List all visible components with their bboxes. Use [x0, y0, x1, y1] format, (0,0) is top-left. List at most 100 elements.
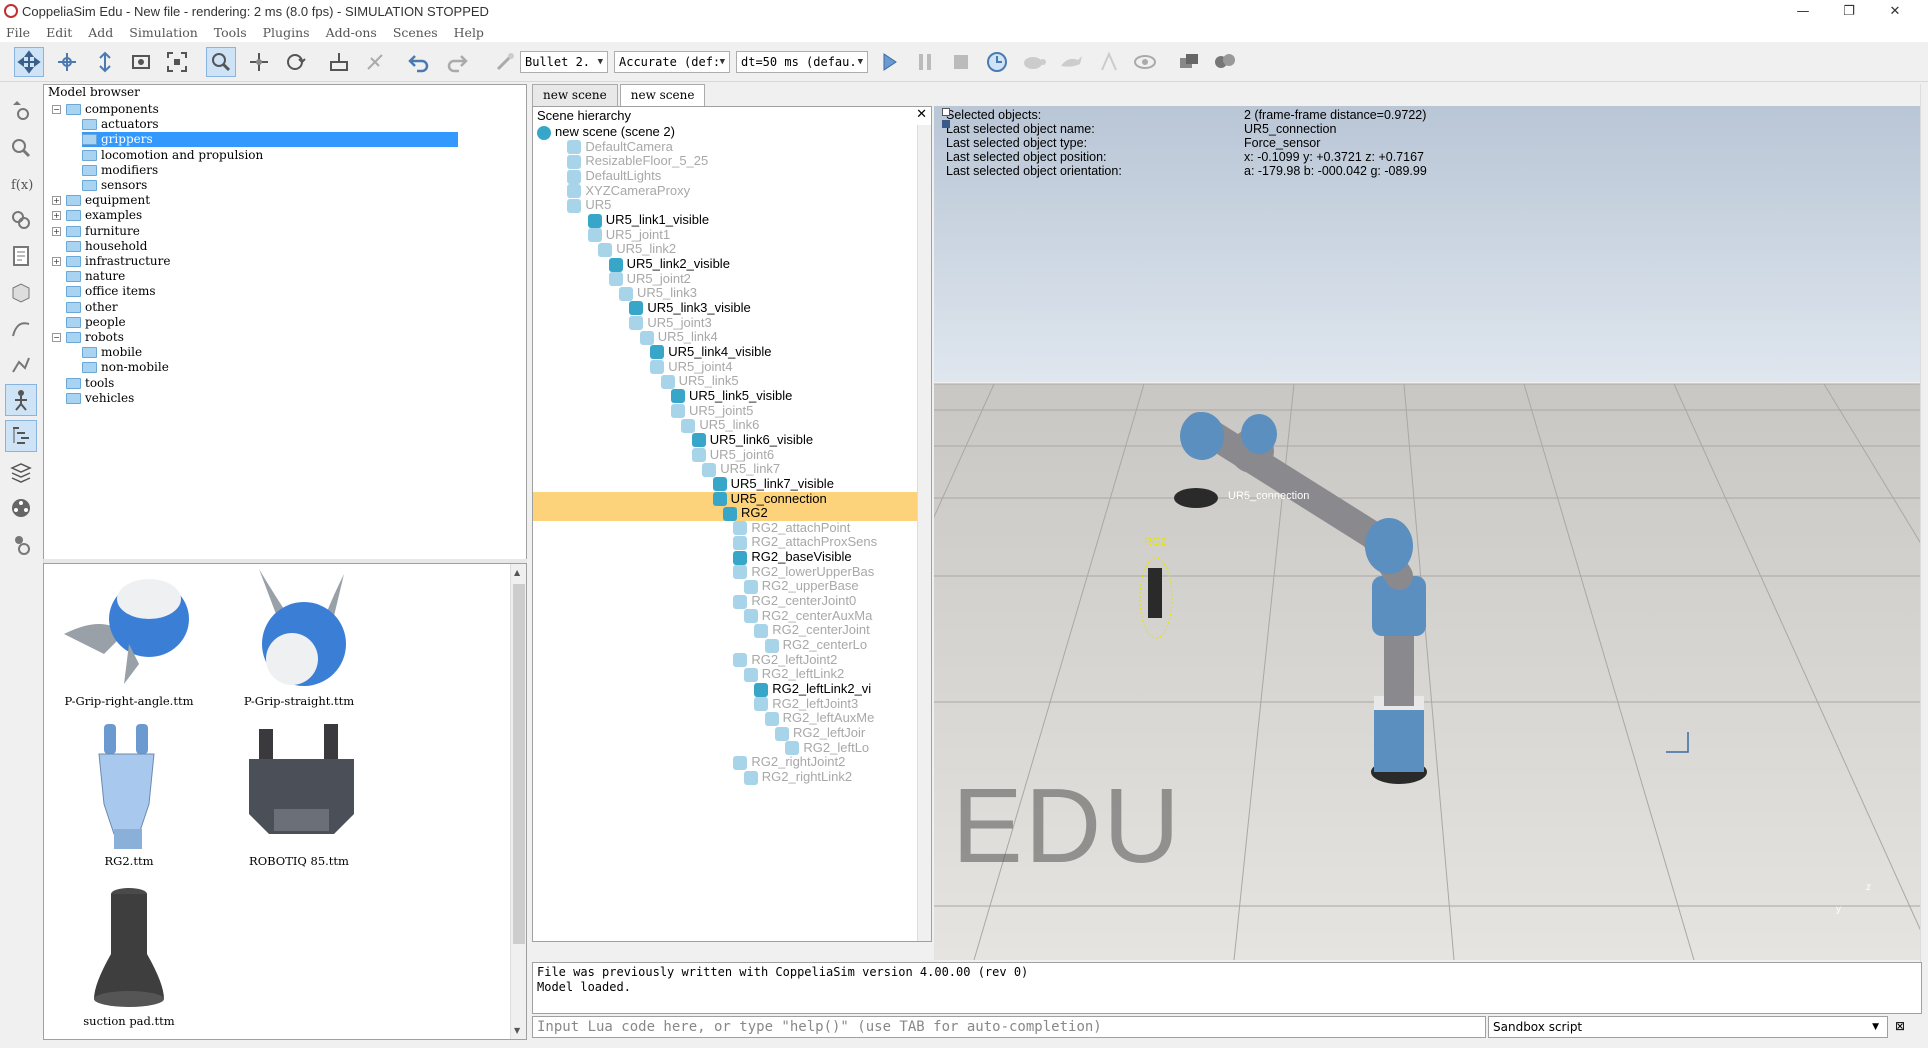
layers-icon[interactable]: [5, 456, 37, 488]
scene-object-row[interactable]: UR5_link7: [702, 461, 780, 477]
collections-icon[interactable]: [5, 204, 37, 236]
scene-selector-icon[interactable]: [1210, 47, 1240, 77]
scene-object-row[interactable]: RG2_rightJoint2: [733, 755, 845, 770]
model-folder-item[interactable]: actuators: [82, 117, 159, 132]
model-folder-item[interactable]: people: [66, 315, 126, 330]
scene-object-row[interactable]: UR5_link5: [660, 373, 739, 389]
thumbnail-suction-pad[interactable]: suction pad.ttm: [44, 874, 214, 1034]
scene-object-row[interactable]: RG2_leftAuxMe: [764, 711, 874, 726]
scene-object-row[interactable]: UR5_link6: [681, 417, 759, 433]
shapes-edit-icon[interactable]: [5, 276, 37, 308]
thumbnail-p-grip-straight[interactable]: P-Grip-straight.ttm: [214, 564, 384, 714]
object-select-icon[interactable]: [206, 47, 236, 77]
menu-file[interactable]: File: [6, 25, 30, 40]
scene-object-row[interactable]: DefaultLights: [567, 168, 661, 184]
tree-expander-icon[interactable]: +: [52, 196, 61, 206]
threaded-rendering-icon[interactable]: [1094, 47, 1124, 77]
scene-object-row[interactable]: UR5_link3_visible: [629, 300, 751, 316]
scene-object-row[interactable]: UR5_link3: [619, 285, 697, 301]
tree-expander-icon[interactable]: +: [52, 211, 61, 221]
model-folder-item[interactable]: sensors: [82, 178, 147, 193]
model-folder-item[interactable]: other: [66, 300, 118, 315]
model-folder-item[interactable]: office items: [66, 284, 156, 299]
object-rotate-icon[interactable]: [280, 47, 310, 77]
page-selector-icon[interactable]: [1174, 47, 1204, 77]
menu-edit[interactable]: Edit: [46, 25, 72, 40]
accuracy-select[interactable]: Accurate (def: ▼: [614, 51, 730, 73]
lua-command-input[interactable]: Input Lua code here, or type "help()" (u…: [532, 1016, 1486, 1038]
scene-object-row[interactable]: RG2_attachProxSens: [733, 535, 877, 551]
info-toggle-icon[interactable]: [942, 108, 950, 116]
calculation-modules-icon[interactable]: f(x): [5, 168, 37, 200]
scene-object-row[interactable]: RG2_leftJoir: [775, 725, 865, 741]
model-folder-item[interactable]: tools: [66, 376, 114, 391]
thumbnail-rg2[interactable]: RG2.ttm: [44, 714, 214, 874]
pause-icon[interactable]: [910, 47, 940, 77]
camera-opening-angle-icon[interactable]: [126, 47, 156, 77]
scene-object-row[interactable]: RG2_leftLo: [785, 740, 869, 756]
camera-rotate-icon[interactable]: [52, 47, 82, 77]
tree-expander-icon[interactable]: +: [52, 226, 61, 236]
user-settings-icon[interactable]: [5, 528, 37, 560]
scene-object-row[interactable]: RG2_leftLink2_vi: [754, 681, 871, 697]
menu-plugins[interactable]: Plugins: [263, 25, 310, 40]
multishape-edit-icon[interactable]: [5, 348, 37, 380]
scene-object-row[interactable]: RG2: [533, 505, 917, 521]
model-folder-item[interactable]: vehicles: [66, 391, 134, 406]
scene-object-row[interactable]: RG2_leftJoint3: [754, 696, 858, 712]
scene-object-row[interactable]: RG2_lowerUpperBas: [733, 564, 874, 580]
scene-object-row[interactable]: XYZCameraProxy: [567, 183, 690, 199]
scene-object-row[interactable]: RG2_leftJoint2: [733, 652, 837, 668]
scene-object-row[interactable]: UR5_link2_visible: [608, 256, 730, 272]
info-toggle-icon[interactable]: [942, 120, 950, 128]
physics-engine-select[interactable]: Bullet 2. ▼: [520, 51, 608, 73]
model-folder-item[interactable]: infrastructure: [66, 254, 170, 269]
play-icon[interactable]: [874, 47, 904, 77]
scene-object-row[interactable]: RG2_centerJoint0: [733, 593, 856, 609]
scene-object-row[interactable]: UR5_link4_visible: [650, 344, 772, 360]
scene-object-row[interactable]: UR5_link1_visible: [587, 212, 709, 228]
tree-expander-icon[interactable]: +: [52, 257, 61, 266]
scene-object-row[interactable]: ResizableFloor_5_25: [567, 153, 708, 169]
menu-tools[interactable]: Tools: [214, 25, 247, 40]
realtime-icon[interactable]: [982, 47, 1012, 77]
assemble-icon[interactable]: [324, 47, 354, 77]
scene-object-row[interactable]: UR5_joint5: [671, 403, 753, 419]
thumbnail-robotiq-85[interactable]: ROBOTIQ 85.ttm: [214, 714, 384, 874]
transfer-dna-icon[interactable]: [360, 47, 390, 77]
scene-hierarchy-close-icon[interactable]: ✕: [916, 107, 927, 122]
scene-object-row[interactable]: UR5_link7_visible: [712, 476, 834, 492]
object-shift-icon[interactable]: [244, 47, 274, 77]
timestep-select[interactable]: dt=50 ms (defau. ▼: [736, 51, 868, 73]
zoom-icon[interactable]: [5, 132, 37, 164]
model-folder-item[interactable]: examples: [66, 208, 142, 223]
tree-expander-icon[interactable]: −: [52, 333, 61, 342]
scene-object-row[interactable]: RG2_centerLo: [764, 637, 867, 653]
scene-object-row[interactable]: UR5_link6_visible: [691, 432, 813, 448]
scene-object-row[interactable]: RG2_upperBase: [743, 579, 859, 595]
scene-object-row[interactable]: RG2_centerAuxMa: [743, 608, 872, 624]
scene-object-row[interactable]: RG2_leftLink2: [743, 667, 844, 682]
scene-object-row[interactable]: RG2_baseVisible: [733, 549, 852, 565]
scene-object-row[interactable]: UR5_link2: [598, 241, 676, 257]
scene-object-row[interactable]: UR5_joint2: [608, 271, 691, 287]
scroll-up-icon[interactable]: ▲: [514, 568, 520, 577]
scene-object-row[interactable]: UR5_connection: [533, 491, 917, 507]
scene-object-row[interactable]: RG2_rightLink2: [743, 769, 852, 785]
model-folder-item[interactable]: locomotion and propulsion: [82, 148, 263, 163]
minimize-button[interactable]: —: [1780, 0, 1826, 22]
menu-add[interactable]: Add: [88, 25, 113, 40]
scroll-down-icon[interactable]: ▼: [514, 1026, 520, 1035]
model-folder-item[interactable]: non-mobile: [82, 360, 169, 375]
visualization-toggle-icon[interactable]: [1130, 47, 1160, 77]
model-folder-item[interactable]: nature: [66, 269, 125, 284]
model-browser-toggle-icon[interactable]: [5, 384, 37, 416]
undo-icon[interactable]: [404, 47, 434, 77]
model-folder-item[interactable]: equipment: [66, 193, 150, 208]
camera-shift-icon[interactable]: [90, 47, 120, 77]
model-folder-item[interactable]: mobile: [82, 345, 142, 360]
scene-object-row[interactable]: new scene (scene 2): [537, 124, 675, 140]
tree-expander-icon[interactable]: −: [52, 105, 61, 114]
model-folder-item[interactable]: furniture: [66, 224, 140, 239]
model-folder-item[interactable]: household: [66, 239, 147, 254]
